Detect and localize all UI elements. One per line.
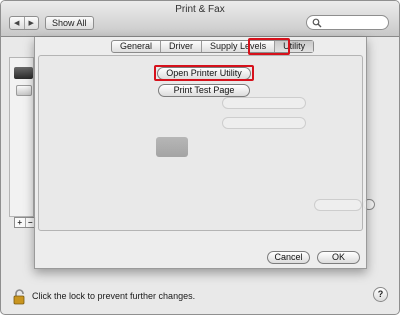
add-remove-printer-group: + − <box>14 217 36 228</box>
show-all-button[interactable]: Show All <box>45 16 94 30</box>
print-test-page-button[interactable]: Print Test Page <box>158 84 250 97</box>
search-icon <box>312 18 322 28</box>
search-field[interactable] <box>306 15 389 30</box>
ghost-sharing-preferences-button <box>314 199 362 211</box>
forward-button[interactable]: ▶ <box>23 17 39 29</box>
lock-instruction-text: Click the lock to prevent further change… <box>32 291 196 301</box>
ok-button[interactable]: OK <box>317 251 360 264</box>
fax-printer-thumbnail-icon <box>16 85 32 96</box>
tab-driver[interactable]: Driver <box>160 41 201 52</box>
bottom-bar: Click the lock to prevent further change… <box>1 279 399 314</box>
unlocked-padlock-icon[interactable] <box>13 289 27 305</box>
ghost-open-print-queue-button <box>222 97 306 109</box>
window-title: Print & Fax <box>175 4 225 15</box>
ghost-options-supplies-button <box>222 117 306 129</box>
print-fax-window: Print & Fax ◀ ▶ Show All + − General Dri… <box>0 0 400 315</box>
cancel-button[interactable]: Cancel <box>267 251 310 264</box>
tab-general[interactable]: General <box>112 41 160 52</box>
utility-tab-highlight <box>248 38 290 55</box>
printer-thumbnail-icon <box>14 67 33 79</box>
back-button[interactable]: ◀ <box>10 17 24 29</box>
printer-options-sheet: General Driver Supply Levels Utility Ope… <box>34 37 367 269</box>
open-printer-utility-highlight <box>154 65 254 81</box>
add-printer-button[interactable]: + <box>15 218 25 227</box>
printer-list[interactable] <box>9 57 34 217</box>
toolbar: Print & Fax ◀ ▶ Show All <box>1 1 399 37</box>
ghost-printer-image <box>156 137 188 157</box>
help-button[interactable]: ? <box>373 287 388 302</box>
back-forward-group: ◀ ▶ <box>9 16 39 30</box>
